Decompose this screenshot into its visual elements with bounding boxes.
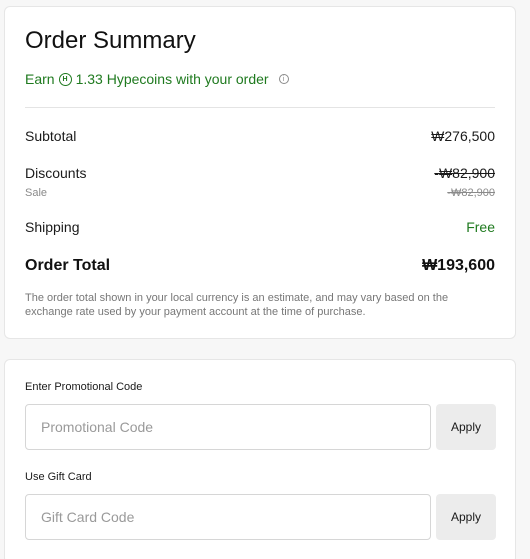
- gift-card-label: Use Gift Card: [25, 471, 92, 483]
- subtotal-value: ₩276,500: [431, 128, 495, 144]
- gift-card-input[interactable]: [25, 494, 431, 540]
- hypecoin-icon: H: [58, 72, 72, 86]
- info-icon[interactable]: i: [278, 74, 289, 84]
- shipping-row: Shipping Free: [25, 219, 495, 235]
- sale-row: Sale -₩82,900: [25, 187, 495, 199]
- discounts-value: -₩82,900: [434, 165, 495, 181]
- currency-estimate-note: The order total shown in your local curr…: [25, 292, 449, 318]
- discounts-label: Discounts: [25, 165, 87, 181]
- order-summary-card: Order Summary Earn H 1.33 Hypecoins with…: [4, 6, 516, 339]
- discounts-row: Discounts -₩82,900: [25, 165, 495, 181]
- summary-divider: [25, 107, 495, 108]
- promo-code-label: Enter Promotional Code: [25, 381, 143, 393]
- order-total-label: Order Total: [25, 257, 111, 274]
- order-total-value: ₩193,600: [422, 257, 495, 274]
- order-summary-title: Order Summary: [25, 27, 196, 54]
- hypecoins-earn-line: Earn H 1.33 Hypecoins with your order i: [25, 71, 289, 87]
- codes-card: Enter Promotional Code Apply Use Gift Ca…: [4, 359, 516, 559]
- subtotal-label: Subtotal: [25, 128, 77, 144]
- gift-apply-button[interactable]: Apply: [436, 494, 496, 540]
- promo-apply-button[interactable]: Apply: [436, 404, 496, 450]
- shipping-value: Free: [466, 219, 495, 235]
- order-total-row: Order Total ₩193,600: [25, 257, 495, 275]
- subtotal-row: Subtotal ₩276,500: [25, 128, 495, 144]
- shipping-label: Shipping: [25, 219, 80, 235]
- earn-prefix: Earn: [25, 71, 55, 87]
- sale-value: -₩82,900: [447, 187, 495, 199]
- earn-text: 1.33 Hypecoins with your order: [75, 71, 269, 87]
- promo-code-input[interactable]: [25, 404, 431, 450]
- sale-label: Sale: [25, 187, 48, 199]
